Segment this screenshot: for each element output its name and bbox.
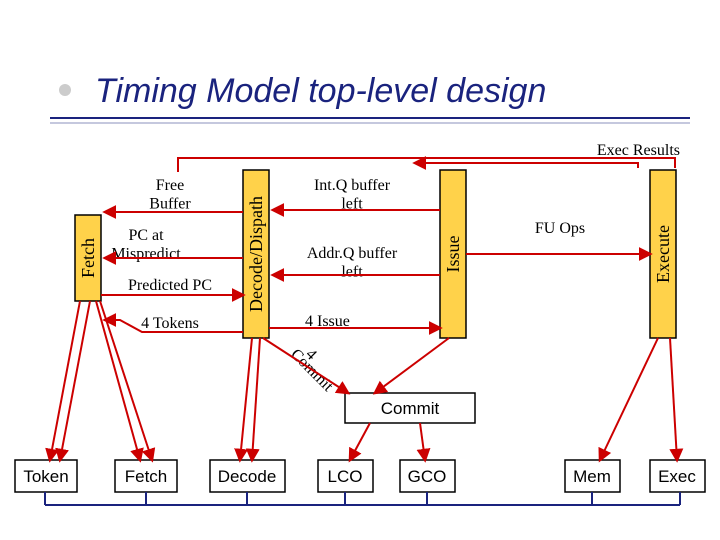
gco-box-label: GCO: [408, 467, 447, 486]
fetch-stage-label: Fetch: [78, 238, 98, 278]
fetch-box-label: Fetch: [125, 467, 168, 486]
exec-results-label: Exec Results: [597, 142, 680, 159]
decode-box-label: Decode: [218, 467, 277, 486]
decode-stage-label: Decode/Dispath: [246, 196, 266, 312]
page-title: Timing Model top-level design: [95, 72, 546, 110]
lco-box-label: LCO: [328, 467, 363, 486]
free-buffer-label: FreeBuffer: [149, 177, 191, 212]
execute-stage-label: Execute: [653, 225, 673, 283]
fu-ops-label: FU Ops: [535, 220, 585, 237]
commit-box-label: Commit: [381, 399, 440, 418]
mem-box-label: Mem: [573, 467, 611, 486]
intq-label: Int.Q bufferleft: [314, 177, 391, 212]
exec-box-label: Exec: [658, 467, 696, 486]
four-tokens-label: 4 Tokens: [141, 315, 199, 332]
predicted-pc-label: Predicted PC: [128, 277, 212, 294]
token-box-label: Token: [23, 467, 68, 486]
issue-stage-label: Issue: [443, 235, 463, 272]
